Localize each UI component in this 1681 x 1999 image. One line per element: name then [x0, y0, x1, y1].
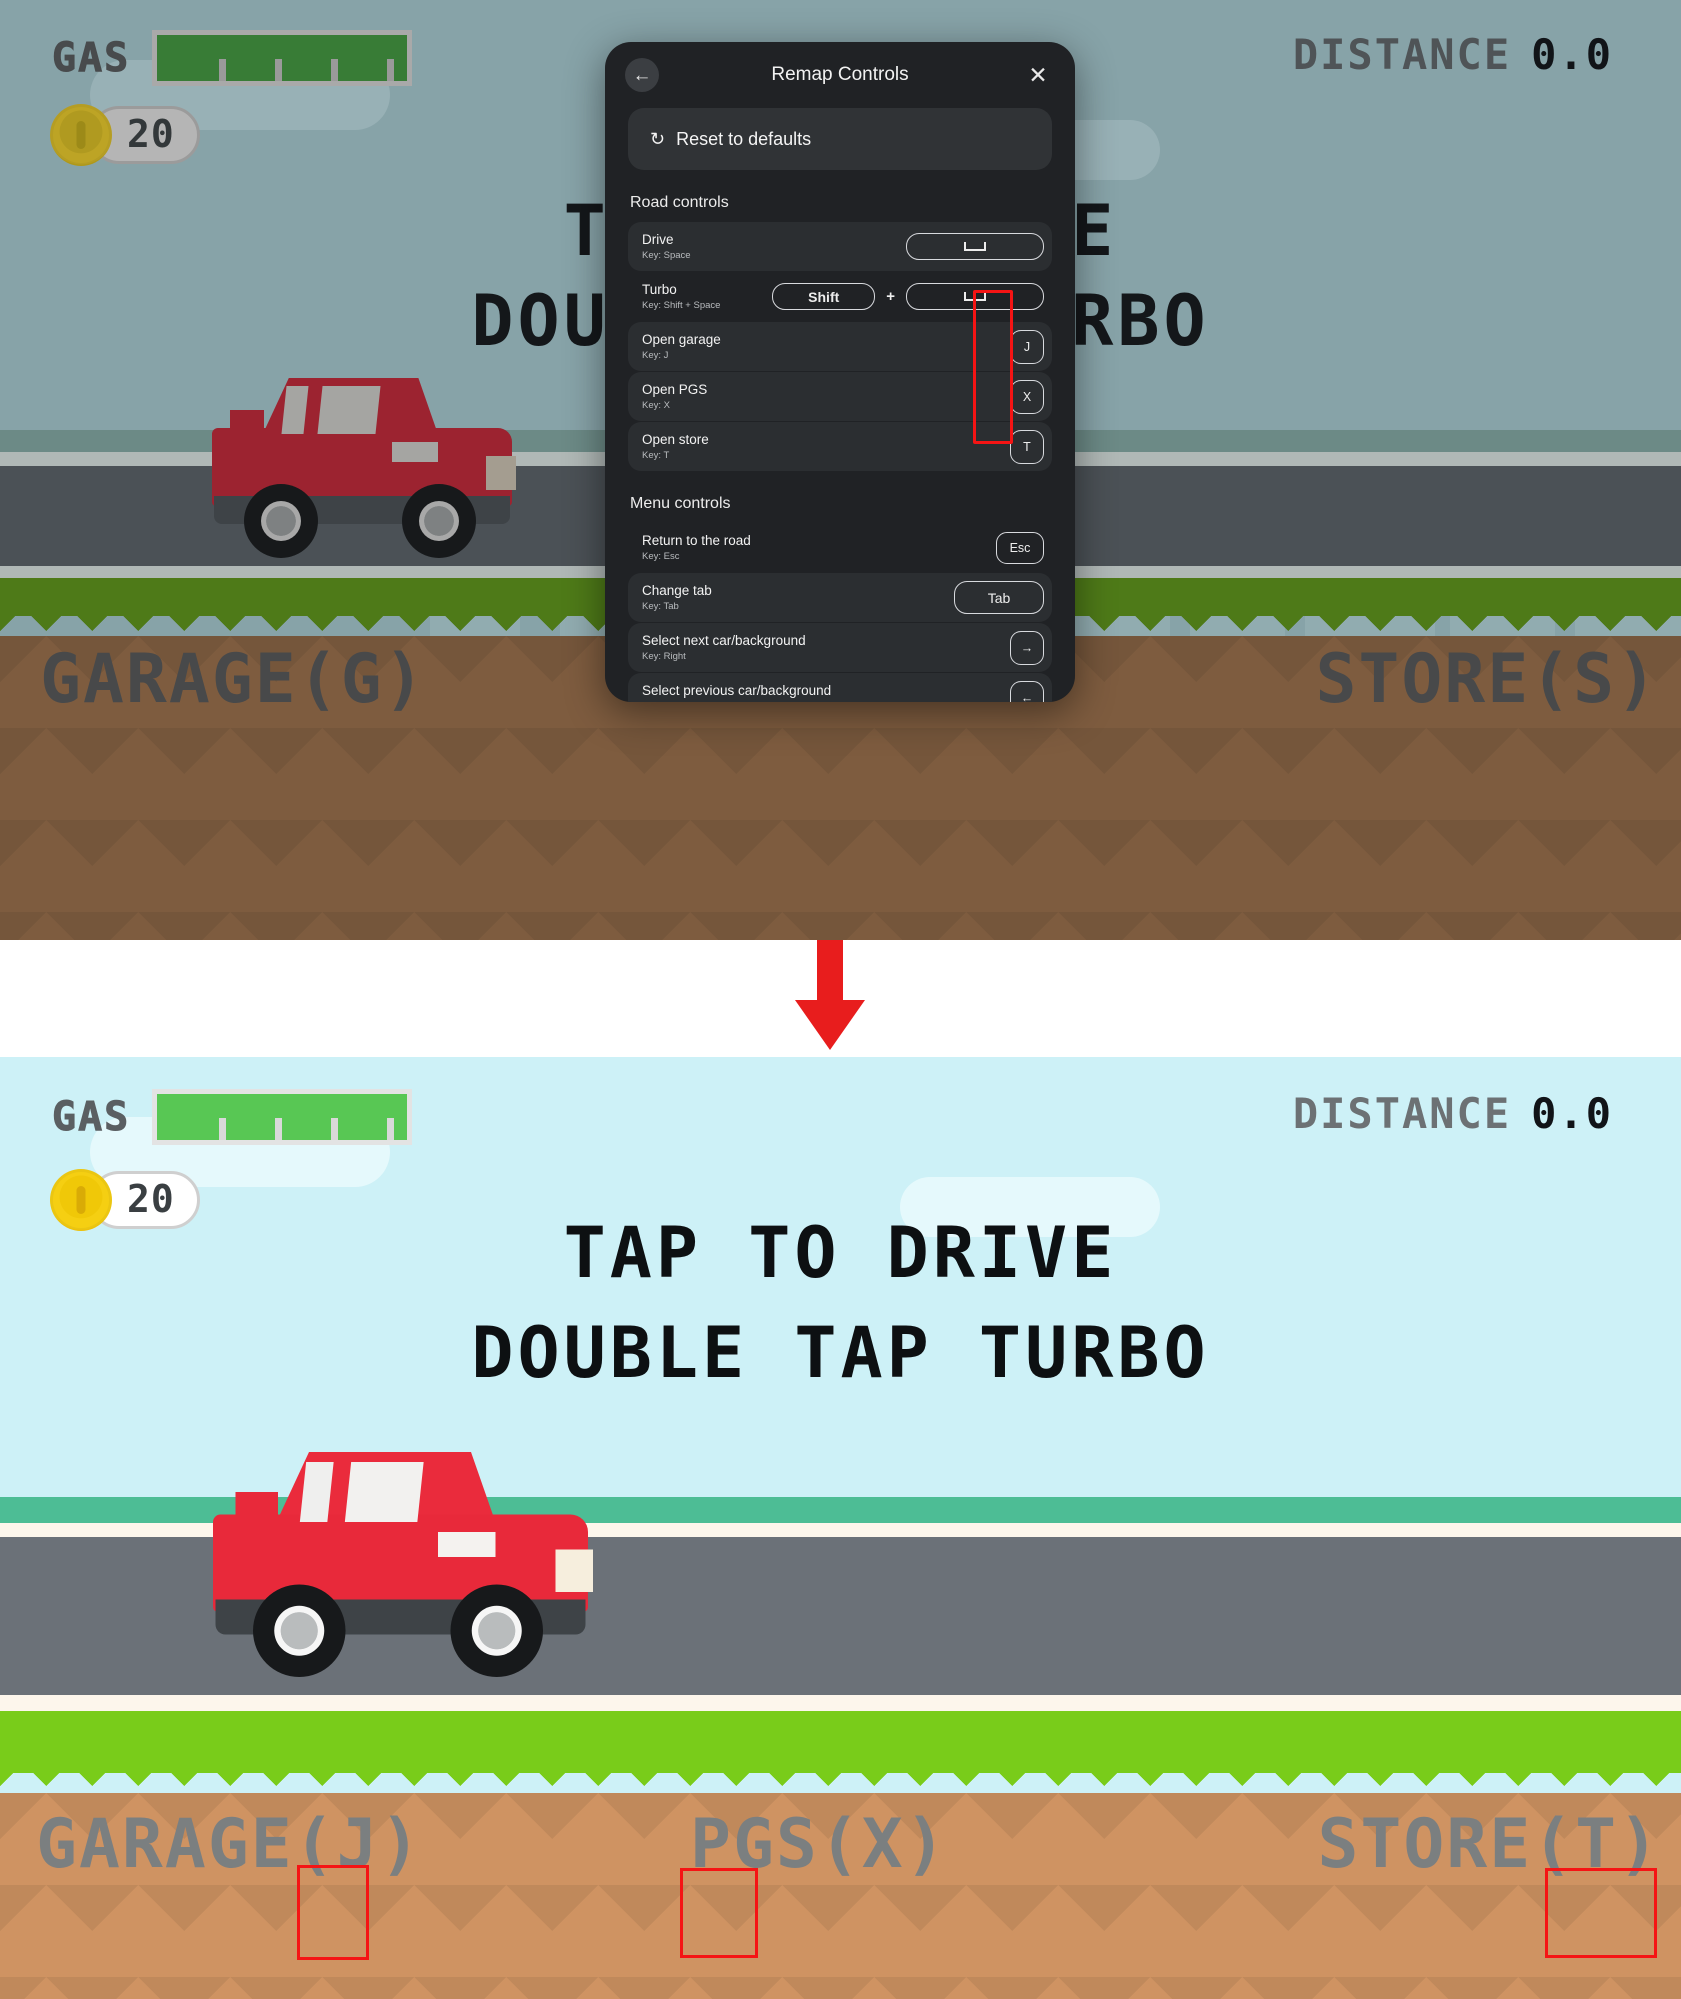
control-row-return-road[interactable]: Return to the road Key: Esc Esc	[628, 523, 1052, 572]
control-name: Open PGS	[642, 381, 708, 397]
distance-readout-after: DISTANCE 0.0	[1293, 1089, 1613, 1138]
player-car-before	[208, 370, 528, 558]
reset-to-defaults-button[interactable]: ↻ Reset to defaults	[628, 108, 1052, 170]
coin-icon	[50, 104, 112, 166]
control-key: Key: Right	[642, 651, 686, 663]
control-row-drive[interactable]: Drive Key: Space	[628, 222, 1052, 271]
section-title-menu: Menu controls	[630, 495, 731, 512]
reset-label: Reset to defaults	[676, 128, 812, 149]
close-icon[interactable]: ✕	[1021, 58, 1055, 92]
control-row-select-prev[interactable]: Select previous car/background Key: Left…	[628, 673, 1052, 702]
garage-label-before[interactable]: GARAGE(G)	[40, 640, 426, 719]
section-title-road: Road controls	[630, 194, 729, 211]
keycap-shift[interactable]: Shift	[772, 283, 876, 310]
keycap-x[interactable]: X	[1010, 379, 1044, 414]
modal-title: Remap Controls	[771, 64, 909, 85]
control-name: Drive	[642, 231, 674, 247]
highlight-box-modal-keys	[973, 290, 1013, 444]
distance-value: 0.0	[1531, 30, 1613, 79]
store-label-before[interactable]: STORE(S)	[1315, 640, 1659, 719]
arrow-left-icon[interactable]: ←	[1010, 680, 1044, 702]
gas-bar	[152, 1089, 413, 1145]
control-name: Change tab	[642, 582, 712, 598]
control-name: Return to the road	[642, 532, 751, 548]
game-panel-after: GAS 20 DISTANCE 0.0 TAP TO DRIVE DOUBLE …	[0, 1057, 1681, 1999]
control-key: Key: Space	[642, 250, 691, 262]
control-row-select-next[interactable]: Select next car/background Key: Right →	[628, 623, 1052, 672]
gas-bar	[152, 30, 413, 86]
keycap-j[interactable]: J	[1010, 329, 1044, 364]
highlight-box-pgs-key	[680, 1868, 758, 1958]
control-key: Key: Shift + Space	[642, 300, 721, 312]
player-car-after	[208, 1442, 708, 1723]
distance-label: DISTANCE	[1292, 30, 1512, 79]
modal-header: ← Remap Controls ✕	[605, 42, 1075, 108]
refresh-icon: ↻	[650, 128, 666, 149]
flow-arrow-down-icon	[795, 940, 865, 1050]
control-key: Key: J	[642, 350, 669, 362]
highlight-box-garage-key	[297, 1865, 369, 1960]
keycap-esc[interactable]: Esc	[996, 531, 1044, 564]
keycap-space[interactable]	[906, 233, 1044, 260]
gas-label: GAS	[51, 1094, 131, 1141]
tap-hint-line-2: DOUBLE TAP TURBO	[471, 1312, 1210, 1394]
coin-counter-before: 20	[50, 104, 200, 166]
control-key: Key: Tab	[642, 601, 679, 613]
gas-label: GAS	[51, 35, 131, 82]
distance-label: DISTANCE	[1292, 1089, 1512, 1138]
plus-sign: +	[886, 288, 895, 305]
control-name: Turbo	[642, 281, 677, 297]
arrow-right-icon[interactable]: →	[1010, 630, 1044, 665]
control-name: Open garage	[642, 331, 721, 347]
distance-value: 0.0	[1531, 1089, 1613, 1138]
control-row-change-tab[interactable]: Change tab Key: Tab Tab	[628, 573, 1052, 622]
gas-meter-after: GAS	[51, 1089, 413, 1145]
back-icon[interactable]: ←	[625, 58, 659, 92]
tap-hint-line-1: TAP TO DRIVE	[563, 1212, 1118, 1294]
gas-meter-before: GAS	[51, 30, 413, 86]
coin-icon	[50, 1169, 112, 1231]
distance-readout-before: DISTANCE 0.0	[1293, 30, 1613, 79]
keycap-tab[interactable]: Tab	[954, 581, 1044, 614]
control-name: Select next car/background	[642, 632, 806, 648]
keycap-t[interactable]: T	[1010, 429, 1044, 464]
control-key: Key: Left	[642, 701, 1002, 702]
highlight-box-store-key	[1545, 1868, 1657, 1958]
control-name: Open store	[642, 431, 709, 447]
control-key: Key: T	[642, 450, 670, 462]
control-name: Select previous car/background	[642, 682, 832, 698]
control-key: Key: X	[642, 400, 670, 412]
screenshot-root: GAS 20 DISTANCE 0.0 TAP TO DRIVE DOUBLE …	[0, 0, 1681, 1999]
control-key: Key: Esc	[642, 551, 680, 563]
